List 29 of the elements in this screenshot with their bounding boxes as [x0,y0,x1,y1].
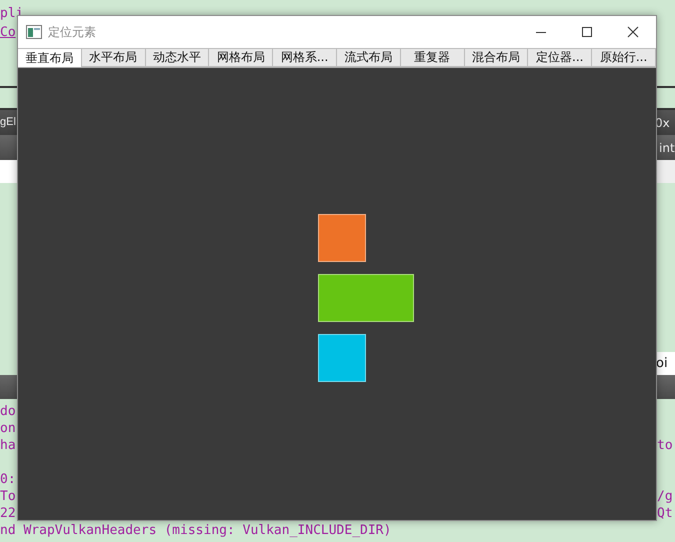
tab[interactable]: 原始行... [592,48,656,67]
tab[interactable]: 网格系... [273,48,337,67]
tab-label: gEl [0,116,16,128]
console-text: To [0,488,16,505]
tab[interactable]: 垂直布局 [18,48,82,67]
field-text: oi [656,356,668,371]
maximize-icon [581,26,593,38]
tab[interactable]: 混合布局 [464,48,528,67]
app-icon [26,25,42,39]
tab[interactable]: 动态水平 [146,48,210,67]
tab[interactable]: 网格布局 [209,48,274,67]
console-text: 0: [0,471,16,488]
tab[interactable]: 水平布局 [82,48,146,67]
console-text: 22 [0,505,16,522]
console-text: ha [0,437,16,454]
tab[interactable]: 流式布局 [336,48,401,67]
tab[interactable]: 重复器 [400,48,465,67]
console-text: on [0,420,16,437]
tab[interactable]: 定位器... [528,48,592,67]
console-text: do [0,403,16,420]
console-text: /g [657,488,673,505]
window-title: 定位元素 [48,24,97,40]
console-text: Qt [657,505,673,522]
close-icon [627,26,639,38]
header-label: int [659,141,675,155]
code-text: Co [0,25,16,41]
console-text: to [657,437,673,454]
input-field[interactable]: oi [656,352,675,375]
console-text: nd WrapVulkanHeaders (missing: Vulkan_INCLUDE_DIR) [0,522,392,539]
